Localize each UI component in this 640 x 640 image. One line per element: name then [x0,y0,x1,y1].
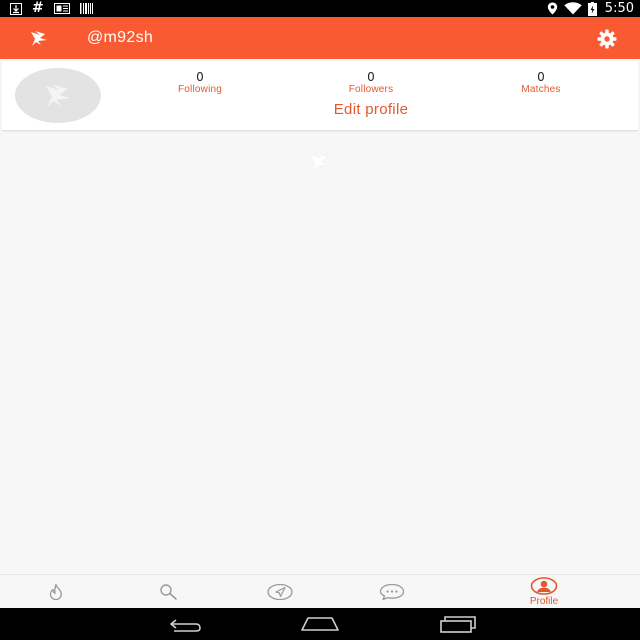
avatar[interactable] [15,68,101,123]
status-left-icons: # [10,0,93,17]
matches-label: Matches [521,84,561,95]
nav-item-discover[interactable] [250,575,310,609]
bird-watermark-icon [309,152,331,173]
profile-icon [530,577,558,595]
edit-profile-button[interactable]: Edit profile [271,101,471,118]
nav-profile-label: Profile [529,596,559,607]
bird-logo-icon[interactable] [28,27,50,49]
back-icon[interactable] [164,614,204,634]
screen: # 5:50 @m92sh 0 Following 0 Followers 0 … [0,0,640,640]
download-icon [10,2,22,15]
location-icon [547,2,557,15]
wifi-icon [564,2,582,15]
status-bar: # 5:50 [0,0,640,17]
username-title: @m92sh [87,29,154,46]
nav-item-chat[interactable] [362,575,422,609]
stat-following[interactable]: 0 Following [145,70,255,96]
system-nav-bar [0,608,640,640]
following-label: Following [177,84,223,95]
following-count: 0 [196,70,204,84]
profile-card: 0 Following 0 Followers 0 Matches Edit p… [2,61,638,131]
battery-icon [587,1,597,16]
stat-followers[interactable]: 0 Followers [316,70,426,96]
recents-icon[interactable] [438,614,478,634]
search-icon [160,584,177,600]
barcode-icon [79,3,93,14]
flame-icon [49,583,62,601]
followers-label: Followers [348,84,394,95]
nav-item-search[interactable] [138,575,198,609]
bird-placeholder-icon [45,84,71,108]
gear-icon[interactable] [596,28,618,50]
stat-matches[interactable]: 0 Matches [486,70,596,96]
bottom-nav: Profile [0,574,640,609]
chat-icon [379,583,405,601]
status-time: 5:50 [604,1,634,16]
news-icon [53,3,70,14]
app-bar: @m92sh [0,17,640,59]
nav-item-profile[interactable]: Profile [514,575,574,609]
home-icon[interactable] [300,614,340,634]
nav-item-flame[interactable] [26,575,86,609]
hash-icon: # [32,0,44,16]
compass-icon [267,583,293,601]
matches-count: 0 [537,70,545,84]
followers-count: 0 [367,70,375,84]
status-right-icons: 5:50 [547,0,634,17]
